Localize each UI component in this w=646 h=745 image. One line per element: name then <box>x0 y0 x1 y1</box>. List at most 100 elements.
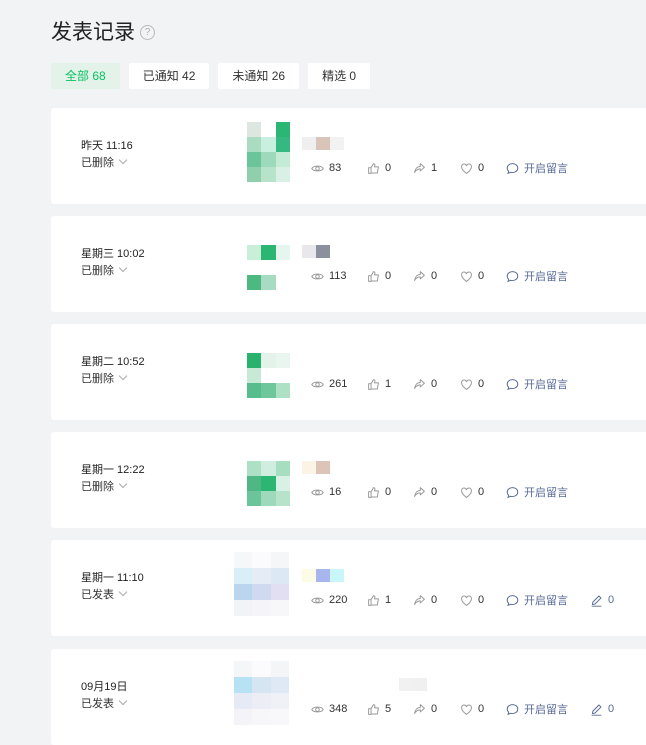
eye-icon <box>311 597 324 603</box>
tab-all[interactable]: 全部 68 <box>51 63 120 89</box>
view-count[interactable]: 16 <box>311 486 367 499</box>
open-comments-button[interactable]: 开启留言 <box>506 701 590 717</box>
record-meta: 星期三 10:02 已删除 <box>81 247 145 279</box>
share-count-value: 0 <box>431 378 438 390</box>
article-title-preview[interactable] <box>302 137 344 150</box>
chevron-down-icon <box>118 263 128 273</box>
article-title-preview[interactable] <box>302 245 330 258</box>
open-comments-button[interactable]: 开启留言 <box>506 376 590 392</box>
view-count[interactable]: 348 <box>311 703 367 716</box>
status-label: 已删除 <box>81 481 114 493</box>
share-count[interactable]: 0 <box>413 594 460 607</box>
share-count-value: 0 <box>431 594 438 606</box>
open-comments-label: 开启留言 <box>524 704 568 716</box>
record-meta: 星期一 12:22 已删除 <box>81 463 145 495</box>
help-icon[interactable]: ? <box>140 24 155 40</box>
edit-count[interactable]: 0 <box>590 594 614 607</box>
share-count-value: 1 <box>431 162 438 174</box>
view-count-value: 220 <box>329 594 348 606</box>
view-count-value: 16 <box>329 486 342 498</box>
chevron-down-icon <box>118 587 128 597</box>
record-card: 星期一 12:22 已删除 16 0 0 0 开启留言 <box>51 432 646 528</box>
view-count-value: 113 <box>329 270 347 282</box>
open-comments-label: 开启留言 <box>524 163 568 175</box>
record-meta: 星期一 11:10 已发表 <box>81 571 144 603</box>
like-count[interactable]: 0 <box>367 162 413 175</box>
article-title-preview[interactable] <box>302 569 344 582</box>
status-dropdown[interactable]: 已发表 <box>81 587 144 603</box>
status-dropdown[interactable]: 已删除 <box>81 371 145 387</box>
article-title-preview[interactable] <box>302 461 330 474</box>
like-count[interactable]: 5 <box>367 703 413 716</box>
record-stats: 83 0 1 0 开启留言 <box>311 160 590 176</box>
article-thumbnail[interactable] <box>247 230 290 290</box>
favorite-count[interactable]: 0 <box>460 162 506 175</box>
pencil-icon <box>591 595 602 607</box>
favorite-count-value: 0 <box>478 486 485 498</box>
status-dropdown[interactable]: 已删除 <box>81 155 133 171</box>
open-comments-label: 开启留言 <box>524 595 568 607</box>
favorite-count[interactable]: 0 <box>460 486 506 499</box>
publish-time: 星期一 12:22 <box>81 464 145 476</box>
view-count[interactable]: 220 <box>311 594 367 607</box>
tab-not-notified[interactable]: 未通知 26 <box>218 63 300 89</box>
like-count-value: 0 <box>385 162 392 174</box>
record-meta: 星期二 10:52 已删除 <box>81 355 145 387</box>
article-thumbnail[interactable] <box>247 446 290 506</box>
open-comments-button[interactable]: 开启留言 <box>506 484 590 500</box>
comment-icon <box>506 703 519 715</box>
article-thumbnail[interactable] <box>234 661 289 725</box>
share-icon <box>414 162 425 173</box>
like-count[interactable]: 0 <box>367 486 413 499</box>
edit-count[interactable]: 0 <box>590 703 614 716</box>
share-count[interactable]: 1 <box>413 162 460 175</box>
record-stats: 348 5 0 0 开启留言 0 <box>311 701 614 717</box>
record-card: 昨天 11:16 已删除 83 0 1 0 开启留言 <box>51 108 646 204</box>
share-count[interactable]: 0 <box>413 703 460 716</box>
favorite-count-value: 0 <box>478 270 485 282</box>
view-count[interactable]: 261 <box>311 378 367 391</box>
share-icon <box>414 270 425 281</box>
status-dropdown[interactable]: 已删除 <box>81 479 145 495</box>
page-title: 发表记录 ? <box>51 16 155 46</box>
open-comments-button[interactable]: 开启留言 <box>506 592 590 608</box>
open-comments-label: 开启留言 <box>524 487 568 499</box>
open-comments-button[interactable]: 开启留言 <box>506 160 590 176</box>
like-count[interactable]: 1 <box>367 378 413 391</box>
like-count-value: 1 <box>385 378 392 390</box>
like-count[interactable]: 1 <box>367 594 413 607</box>
tab-notified[interactable]: 已通知 42 <box>128 63 210 89</box>
share-icon <box>414 594 425 605</box>
record-stats: 261 1 0 0 开启留言 <box>311 376 590 392</box>
tab-featured[interactable]: 精选 0 <box>308 63 371 89</box>
article-thumbnail[interactable] <box>247 338 290 398</box>
article-thumbnail[interactable] <box>234 552 289 616</box>
record-card: 09月19日 已发表 348 5 0 0 开启留言 0 <box>51 649 646 745</box>
record-stats: 113 0 0 0 开启留言 <box>311 268 590 284</box>
status-dropdown[interactable]: 已发表 <box>81 696 128 712</box>
comment-icon <box>506 270 519 282</box>
status-dropdown[interactable]: 已删除 <box>81 263 145 279</box>
favorite-count[interactable]: 0 <box>460 703 506 716</box>
share-count[interactable]: 0 <box>413 486 460 499</box>
comment-icon <box>506 486 519 498</box>
like-count[interactable]: 0 <box>367 270 413 283</box>
open-comments-button[interactable]: 开启留言 <box>506 268 590 284</box>
share-count[interactable]: 0 <box>413 270 460 283</box>
favorite-count[interactable]: 0 <box>460 594 506 607</box>
share-count[interactable]: 0 <box>413 378 460 391</box>
heart-icon <box>461 271 472 282</box>
publish-time: 星期二 10:52 <box>81 356 145 368</box>
article-thumbnail[interactable] <box>247 122 290 182</box>
publish-time: 昨天 11:16 <box>81 140 133 152</box>
status-label: 已发表 <box>81 698 114 710</box>
chevron-down-icon <box>118 371 128 381</box>
favorite-count[interactable]: 0 <box>460 378 506 391</box>
eye-icon <box>311 381 324 387</box>
article-title-preview[interactable] <box>399 678 427 691</box>
view-count[interactable]: 113 <box>311 270 367 283</box>
view-count[interactable]: 83 <box>311 162 367 175</box>
thumb-up-icon <box>368 594 379 606</box>
favorite-count[interactable]: 0 <box>460 270 506 283</box>
status-label: 已删除 <box>81 157 114 169</box>
